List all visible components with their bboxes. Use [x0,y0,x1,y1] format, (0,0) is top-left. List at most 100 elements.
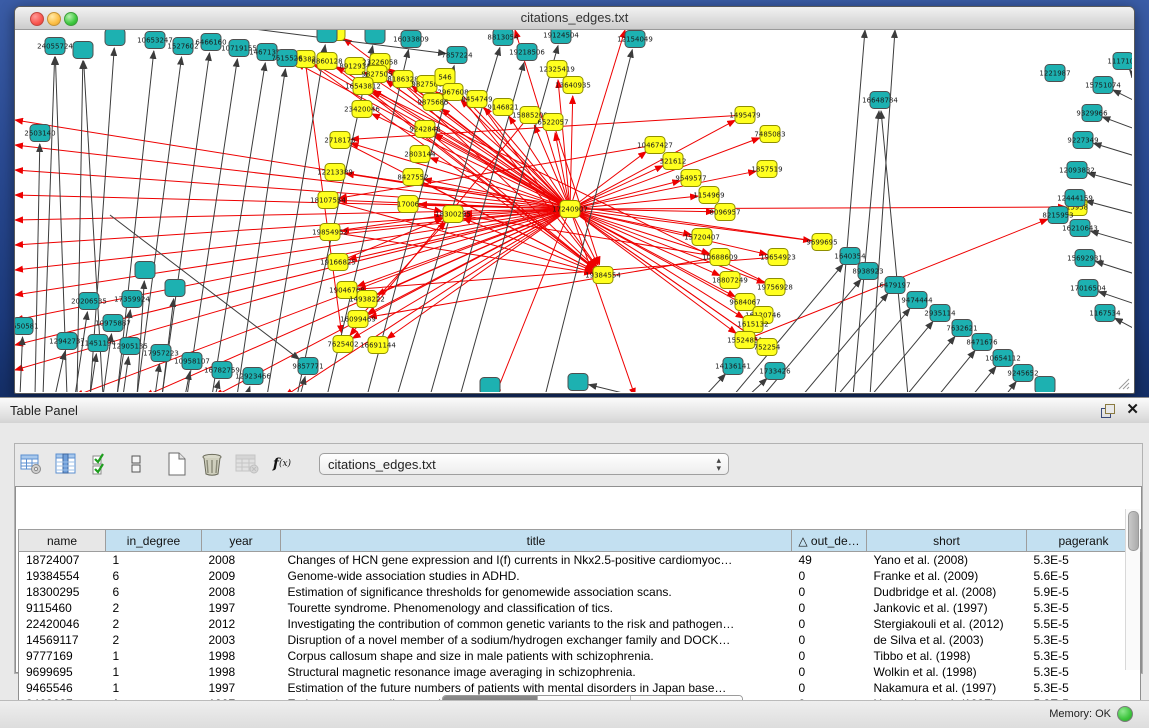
graph-node[interactable]: 9549577 [675,170,706,187]
table-cell[interactable]: 19384554 [19,568,106,584]
citation-edge-red[interactable] [380,62,595,267]
table-cell[interactable]: 9465546 [19,680,106,696]
table-cell[interactable]: Jankovic et al. (1997) [867,600,1027,616]
table-cell[interactable]: 5.3E-5 [1027,680,1141,696]
table-cell[interactable]: 2 [106,600,202,616]
graph-node[interactable]: 20206535 [71,293,107,310]
citation-edge-red[interactable] [570,30,625,209]
graph-node[interactable] [73,42,93,59]
graph-node[interactable]: 2503140 [24,125,55,142]
table-cell[interactable]: 1998 [202,648,281,664]
column-header-name[interactable]: name [19,530,106,552]
graph-node[interactable]: 1117104 [1107,53,1132,70]
citation-edge-black[interactable] [162,53,209,392]
graph-node[interactable]: 8096957 [709,204,740,221]
table-mode-icon[interactable] [19,452,43,476]
citation-edge-black[interactable] [267,45,325,392]
citation-edge-red[interactable] [338,218,443,262]
citation-edge-black[interactable] [1098,292,1132,304]
table-cell[interactable]: 1998 [202,664,281,680]
table-row[interactable]: 2242004622012Investigating the contribut… [19,616,1141,632]
graph-node[interactable]: 1221987 [1039,65,1070,82]
citation-edge-black[interactable] [123,357,128,392]
graph-node[interactable]: 12093832 [1059,162,1095,179]
table-cell[interactable]: 5.3E-5 [1027,664,1141,680]
graph-node[interactable]: 18300295 [435,206,471,223]
scrollbar-thumb[interactable] [1128,511,1139,551]
table-cell[interactable]: 2008 [202,584,281,600]
graph-node[interactable]: 1154969 [693,187,724,204]
graph-node[interactable]: 13640935 [555,77,591,94]
table-cell[interactable]: 0 [792,568,867,584]
citation-edge-black[interactable] [212,63,265,392]
citation-edge-black[interactable] [247,387,250,392]
graph-node[interactable]: 19124504 [543,30,579,44]
table-cell[interactable]: 1 [106,648,202,664]
column-header-year[interactable]: year [202,530,281,552]
graph-node[interactable]: 17016504 [1070,280,1106,297]
citation-edge-red[interactable] [352,209,570,338]
table-cell[interactable]: 0 [792,632,867,648]
graph-node[interactable]: 24055724 [37,38,73,55]
table-cell[interactable]: 0 [792,664,867,680]
table-cell[interactable]: 2008 [202,552,281,569]
graph-node[interactable]: 9857771 [292,358,323,375]
graph-node[interactable]: 12154049 [617,31,653,48]
graph-node[interactable] [480,378,500,393]
table-cell[interactable]: 49 [792,552,867,569]
graph-node[interactable]: 19166825 [320,254,356,271]
citation-edge-black[interactable] [881,111,908,392]
function-builder-icon[interactable]: f(x) [270,452,294,476]
citation-edge-black[interactable] [1130,70,1132,77]
show-column-icon[interactable] [54,452,78,476]
table-cell[interactable]: 5.5E-5 [1027,616,1141,632]
graph-node[interactable] [568,374,588,391]
table-cell[interactable]: 9777169 [19,648,106,664]
table-cell[interactable]: Estimation of the future numbers of pati… [281,680,792,696]
graph-node[interactable]: 10467427 [637,137,673,154]
table-cell[interactable]: de Silva et al. (2003) [867,632,1027,648]
table-cell[interactable]: 2012 [202,616,281,632]
citation-edge-black[interactable] [20,337,23,392]
table-cell[interactable]: 5.3E-5 [1027,648,1141,664]
citation-edge-black[interactable] [1113,90,1132,101]
graph-node[interactable]: 16691144 [360,337,396,354]
graph-node[interactable]: 15692931 [1067,250,1103,267]
create-column-icon[interactable] [165,452,189,476]
selection-mode-icon[interactable] [89,452,113,476]
graph-node[interactable]: 16648784 [862,92,898,109]
graph-node[interactable] [365,30,385,44]
column-header-in_degree[interactable]: in_degree [106,530,202,552]
table-cell[interactable]: 1 [106,680,202,696]
table-row[interactable]: 977716911998Corpus callosum shape and si… [19,648,1141,664]
table-cell[interactable]: Estimation of significance thresholds fo… [281,584,792,600]
column-header-out_de[interactable]: △ out_de… [792,530,867,552]
graph-node[interactable]: 15720407 [684,229,720,246]
table-cell[interactable]: Wolkin et al. (1998) [867,664,1027,680]
graph-node[interactable]: 10654112 [985,350,1021,367]
table-cell[interactable]: 18724007 [19,552,106,569]
graph-node[interactable]: 8813054 [487,30,519,46]
table-cell[interactable]: 0 [792,600,867,616]
citation-edge-black[interactable] [1095,261,1132,274]
citation-edge-black[interactable] [870,30,895,392]
citation-edge-black[interactable] [1005,382,1016,392]
graph-node[interactable] [165,280,185,297]
table-cell[interactable]: 0 [792,584,867,600]
table-cell[interactable]: 0 [792,680,867,696]
table-cell[interactable]: 2 [106,616,202,632]
graph-node[interactable]: 7857224 [441,47,473,64]
table-cell[interactable]: 6 [106,568,202,584]
graph-node[interactable]: 2935114 [924,305,956,322]
graph-node[interactable] [1035,377,1055,393]
graph-node[interactable]: 10688609 [702,249,738,266]
table-row[interactable]: 1456911722003Disruption of a novel membe… [19,632,1141,648]
graph-node[interactable] [135,262,155,279]
window-titlebar[interactable]: citations_edges.txt [15,7,1134,30]
table-cell[interactable]: 5.6E-5 [1027,568,1141,584]
citation-edge-black[interactable] [972,367,996,392]
citation-edge-black[interactable] [802,293,888,392]
citation-edge-black[interactable] [215,381,219,392]
citation-edge-black[interactable] [1094,143,1132,156]
citation-edge-black[interactable] [1115,318,1132,329]
